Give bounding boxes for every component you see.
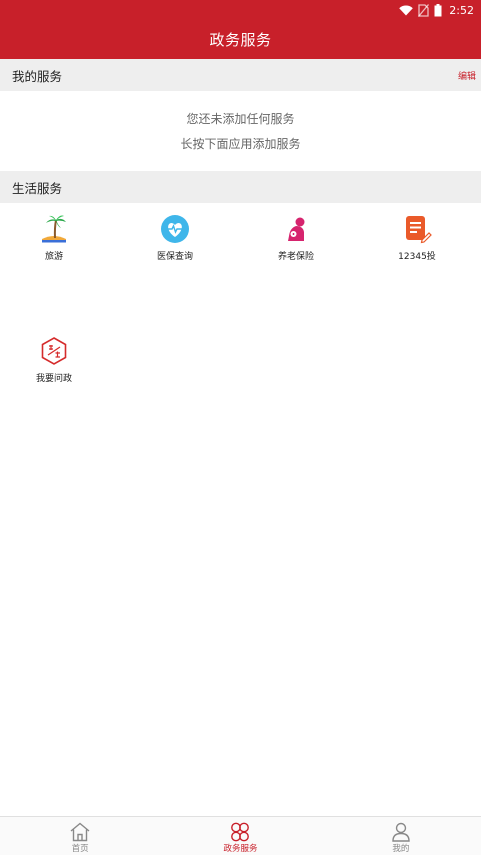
nav-label: 首页 [71, 844, 89, 854]
status-time: 2:52 [449, 3, 474, 17]
consult-hexagon-icon [39, 336, 69, 366]
life-services-header: 生活服务 [0, 171, 481, 203]
user-icon [390, 822, 412, 842]
service-label: 医保查询 [156, 252, 193, 262]
service-travel[interactable]: 旅游 [0, 204, 114, 274]
status-icons: 2:52 [399, 2, 474, 18]
service-medical-insurance-query[interactable]: 医保查询 [115, 204, 235, 274]
nav-home[interactable]: 首页 [0, 817, 160, 855]
wifi-icon [399, 4, 414, 16]
page-title: 政务服务 [209, 31, 272, 49]
empty-hint-line2: 长按下面应用添加服务 [180, 137, 301, 151]
app-screen: 2:52 政务服务 我的服务 编辑 您还未添加任何服务 长按下面应用添加服务 生… [0, 0, 481, 855]
clover-icon [229, 822, 251, 842]
edit-button[interactable]: 编辑 [458, 69, 476, 82]
service-12345-complaint[interactable]: 12345投 [357, 204, 477, 274]
status-bar: 2:52 [0, 0, 481, 20]
elder-person-icon [281, 214, 311, 244]
service-label: 旅游 [44, 252, 63, 262]
service-ask-government[interactable]: 我要问政 [0, 326, 114, 396]
service-label: 我要问政 [35, 374, 72, 384]
life-services-title: 生活服务 [12, 180, 63, 196]
beach-palm-icon [39, 214, 69, 244]
service-label: 养老保险 [277, 252, 314, 262]
nav-label: 政务服务 [223, 844, 258, 854]
service-pension-insurance[interactable]: 养老保险 [236, 204, 356, 274]
my-services-title: 我的服务 [12, 68, 63, 84]
bottom-navigation: 首页 政务服务 我的 [0, 816, 481, 855]
document-edit-icon [402, 214, 432, 244]
empty-hint-line1: 您还未添加任何服务 [186, 112, 295, 126]
my-services-empty-state: 您还未添加任何服务 长按下面应用添加服务 [0, 91, 481, 171]
nav-government-services[interactable]: 政务服务 [160, 817, 320, 855]
no-sim-icon [418, 3, 430, 17]
home-icon [69, 822, 91, 842]
nav-mine[interactable]: 我的 [321, 817, 481, 855]
battery-icon [434, 3, 442, 17]
my-services-header: 我的服务 编辑 [0, 59, 481, 91]
medical-heart-icon [160, 214, 190, 244]
service-label: 12345投 [398, 252, 436, 262]
nav-label: 我的 [392, 844, 410, 854]
top-bar: 2:52 政务服务 [0, 0, 481, 59]
title-bar: 政务服务 [0, 20, 481, 59]
